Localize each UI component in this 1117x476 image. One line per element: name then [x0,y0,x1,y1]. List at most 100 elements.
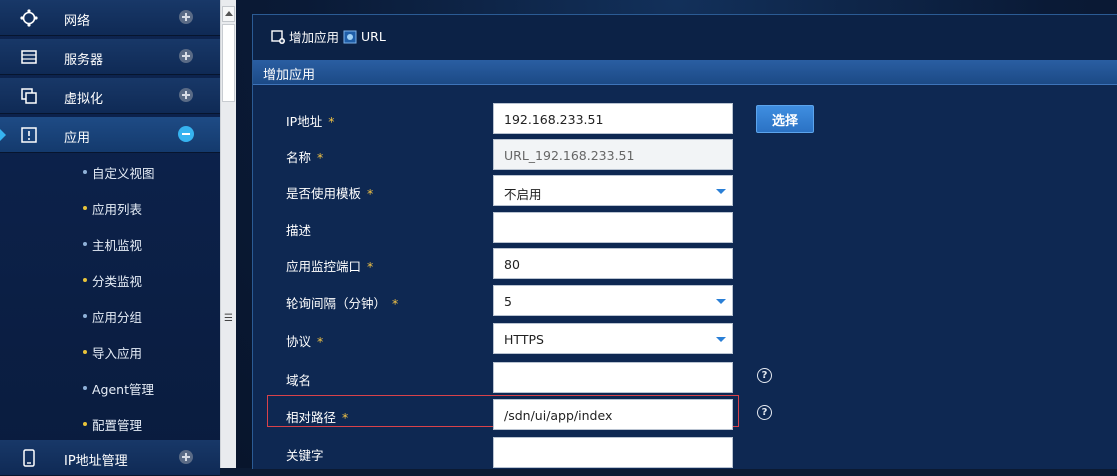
virtualization-icon [21,88,37,104]
port-input[interactable]: 80 [493,248,733,279]
required-mark: * [367,259,374,274]
sidebar-item-label: 网络 [64,14,91,29]
required-mark: * [342,410,349,425]
sidebar-subitem-label: 自定义视图 [92,166,155,181]
required-mark: * [317,334,324,349]
select-button[interactable]: 选择 [756,105,814,133]
breadcrumb-bar: 增加应用 URL [253,15,1117,55]
form-row-ip: IP地址 * 192.168.233.51 选择 [253,101,1117,137]
sidebar-subitem-host-monitor[interactable]: 主机监视 [0,226,220,262]
expand-icon[interactable] [179,49,193,63]
content-panel: 增加应用 URL 增加应用 IP地址 * 192.168.233.51 选择 名称… [252,14,1117,469]
bullet-icon [83,386,87,390]
collapse-icon[interactable] [178,126,194,142]
form-row-name: 名称 * URL_192.168.233.51 [253,137,1117,173]
add-app-form: IP地址 * 192.168.233.51 选择 名称 * URL_192.168.… [253,85,1117,469]
grip-icon[interactable]: ☰ [224,313,233,324]
bullet-icon [83,206,87,210]
bullet-icon [83,242,87,246]
panel-header: 增加应用 [253,60,1117,85]
form-row-protocol: 协议 * HTTPS [253,321,1117,357]
chevron-down-icon [716,337,726,342]
expand-icon[interactable] [179,450,193,464]
required-mark: * [392,296,399,311]
keyword-label: 关键字 [286,448,324,463]
form-row-path: 相对路径 * /sdn/ui/app/index ? [253,395,1117,433]
sidebar-subitem-label: 应用列表 [92,202,143,217]
bullet-icon [83,278,87,282]
sidebar-subitem-label: 主机监视 [92,238,143,253]
expand-icon[interactable] [179,88,193,102]
expand-icon[interactable] [179,10,193,24]
active-indicator-icon [0,129,6,141]
help-icon[interactable]: ? [757,368,772,383]
breadcrumb-url[interactable]: URL [361,29,386,44]
template-label: 是否使用模板 * [286,186,374,201]
sidebar-item-label: 服务器 [64,53,104,68]
sidebar-subitem-app-list[interactable]: 应用列表 [0,190,220,226]
sidebar-item-virtualization[interactable]: 虚拟化 [0,78,220,114]
server-icon [21,50,37,64]
description-input[interactable] [493,212,733,243]
sidebar-subitem-app-group[interactable]: 应用分组 [0,298,220,334]
main-area: 增加应用 URL 增加应用 IP地址 * 192.168.233.51 选择 名称… [236,0,1117,469]
protocol-select-value: HTTPS [504,332,544,347]
interval-label: 轮询间隔（分钟） * [286,296,399,311]
interval-select-value: 5 [504,294,512,309]
template-select[interactable]: 不启用 [493,175,733,206]
ip-input[interactable]: 192.168.233.51 [493,103,733,134]
path-label: 相对路径 * [286,410,349,425]
sidebar-subitem-label: 配置管理 [92,418,143,433]
sidebar-subitem-label: 分类监视 [92,274,143,289]
sidebar-subitem-import-app[interactable]: 导入应用 [0,334,220,370]
bullet-icon [83,422,87,426]
form-row-keyword: 关键字 [253,435,1117,471]
sidebar-item-application[interactable]: 应用 [0,117,220,153]
protocol-select[interactable]: HTTPS [493,323,733,354]
network-icon [20,9,38,27]
url-icon [343,30,357,43]
form-row-interval: 轮询间隔（分钟） * 5 [253,283,1117,319]
sidebar-item-server[interactable]: 服务器 [0,39,220,75]
form-row-description: 描述 [253,210,1117,246]
name-input[interactable]: URL_192.168.233.51 [493,139,733,170]
sidebar: 网络 服务器 虚拟化 应用 自定义视图 应用列表 主机监视 分类监视 应用分组 … [0,0,220,476]
path-input[interactable]: /sdn/ui/app/index [493,399,733,430]
chevron-down-icon [716,189,726,194]
bullet-icon [83,170,87,174]
sidebar-subitem-category-monitor[interactable]: 分类监视 [0,262,220,298]
sidebar-item-network[interactable]: 网络 [0,0,220,36]
chevron-down-icon [716,299,726,304]
form-row-domain: 域名 ? [253,360,1117,396]
sidebar-item-ip-management[interactable]: IP地址管理 [0,440,220,476]
sidebar-subitem-label: 导入应用 [92,346,143,361]
sidebar-item-label: 虚拟化 [64,92,104,107]
sidebar-subitem-agent-management[interactable]: Agent管理 [0,370,220,406]
protocol-label: 协议 * [286,334,324,349]
form-row-template: 是否使用模板 * 不启用 [253,173,1117,209]
sidebar-item-label: IP地址管理 [64,454,128,469]
add-app-icon [271,29,285,44]
help-icon[interactable]: ? [757,405,772,420]
panel-title: 增加应用 [263,68,316,83]
scroll-up-arrow-icon[interactable] [222,6,235,22]
breadcrumb-add-app[interactable]: 增加应用 [289,27,339,46]
sidebar-subitem-label: Agent管理 [92,382,154,397]
sidebar-subitem-config-management[interactable]: 配置管理 [0,406,220,442]
domain-label: 域名 [286,373,312,388]
template-select-value: 不启用 [504,187,542,202]
interval-select[interactable]: 5 [493,285,733,316]
bullet-icon [83,350,87,354]
keyword-input[interactable] [493,437,733,468]
form-row-port: 应用监控端口 * 80 [253,246,1117,282]
application-icon [21,127,37,143]
sidebar-item-label: 应用 [64,131,91,146]
breadcrumb: 增加应用 URL [271,27,386,46]
sidebar-subitem-custom-view[interactable]: 自定义视图 [0,154,220,190]
scrollbar-thumb[interactable] [222,24,235,102]
ip-label: IP地址 * [286,114,335,129]
domain-input[interactable] [493,362,733,393]
name-label: 名称 * [286,150,324,165]
required-mark: * [367,186,374,201]
description-label: 描述 [286,223,312,238]
